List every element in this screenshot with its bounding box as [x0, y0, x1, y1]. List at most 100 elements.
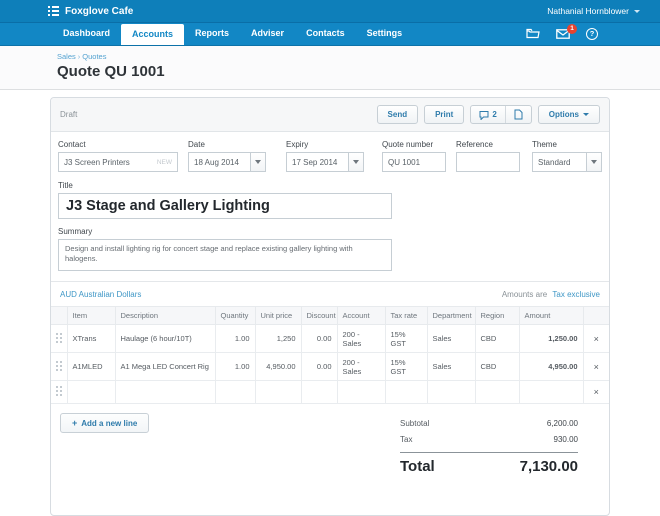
main-nav: Dashboard Accounts Reports Adviser Conta… — [0, 22, 660, 46]
expiry-input[interactable]: 17 Sep 2014 — [286, 152, 364, 172]
date-field-wrap: Date 18 Aug 2014 — [188, 140, 266, 172]
cell-region[interactable] — [475, 381, 519, 404]
files-button[interactable] — [526, 28, 540, 39]
cell-tax-rate[interactable]: 15% GST — [385, 353, 427, 381]
subtotal-row: Subtotal 6,200.00 — [400, 415, 578, 431]
nav-dashboard[interactable]: Dashboard — [52, 22, 121, 45]
subtotal-value: 6,200.00 — [547, 419, 578, 428]
help-button[interactable]: ? — [586, 28, 598, 40]
date-input[interactable]: 18 Aug 2014 — [188, 152, 266, 172]
options-button[interactable]: Options — [538, 105, 600, 124]
chevron-down-icon[interactable] — [586, 153, 601, 171]
cell-tax-rate[interactable] — [385, 381, 427, 404]
delete-row-button[interactable]: × — [583, 325, 609, 353]
delete-row-button[interactable]: × — [583, 381, 609, 404]
col-department: Department — [427, 307, 475, 325]
cell-department[interactable]: Sales — [427, 353, 475, 381]
tax-mode-link[interactable]: Tax exclusive — [552, 290, 600, 299]
cell-discount[interactable]: 0.00 — [301, 353, 337, 381]
cell-quantity[interactable]: 1.00 — [215, 325, 255, 353]
cell-account[interactable]: 200 - Sales — [337, 353, 385, 381]
cell-amount[interactable]: 1,250.00 — [519, 325, 583, 353]
cell-department[interactable] — [427, 381, 475, 404]
reference-input[interactable] — [456, 152, 520, 172]
nav-settings[interactable]: Settings — [356, 22, 414, 45]
table-row-empty: × — [51, 381, 609, 404]
comments-button[interactable]: 2 — [471, 106, 504, 123]
title-input[interactable]: J3 Stage and Gallery Lighting — [58, 193, 392, 219]
col-quantity: Quantity — [215, 307, 255, 325]
cell-unit-price[interactable]: 4,950.00 — [255, 353, 301, 381]
print-button[interactable]: Print — [424, 105, 464, 124]
reference-field-wrap: Reference — [456, 140, 520, 172]
cell-account[interactable] — [337, 381, 385, 404]
cell-department[interactable]: Sales — [427, 325, 475, 353]
cell-region[interactable]: CBD — [475, 353, 519, 381]
drag-dots-icon — [56, 386, 62, 396]
cell-unit-price[interactable] — [255, 381, 301, 404]
drag-dots-icon — [56, 333, 62, 343]
inbox-button[interactable]: 1 — [556, 29, 570, 39]
contact-input[interactable]: J3 Screen Printers NEW — [58, 152, 178, 172]
nav-adviser[interactable]: Adviser — [240, 22, 295, 45]
cell-item[interactable] — [67, 381, 115, 404]
col-tax-rate: Tax rate — [385, 307, 427, 325]
user-menu[interactable]: Nathanial Hornblower — [547, 6, 646, 16]
nav-reports[interactable]: Reports — [184, 22, 240, 45]
expiry-value: 17 Sep 2014 — [287, 153, 348, 171]
breadcrumb-quotes[interactable]: Quotes — [82, 52, 106, 61]
comments-count: 2 — [492, 110, 496, 119]
cell-unit-price[interactable]: 1,250 — [255, 325, 301, 353]
summary-field-wrap: Summary Design and install lighting rig … — [58, 227, 602, 271]
send-button[interactable]: Send — [377, 105, 419, 124]
status-badge: Draft — [60, 110, 77, 119]
cell-description[interactable]: A1 Mega LED Concert Rig — [115, 353, 215, 381]
breadcrumb-sales[interactable]: Sales — [57, 52, 76, 61]
panel-header: Draft Send Print 2 Options — [51, 98, 609, 132]
cell-description[interactable] — [115, 381, 215, 404]
theme-label: Theme — [532, 140, 602, 149]
drag-handle[interactable] — [51, 353, 67, 381]
amounts-are-text: Amounts are Tax exclusive — [502, 290, 600, 299]
top-bar: Foxglove Cafe Nathanial Hornblower — [0, 0, 660, 22]
quote-number-field-wrap: Quote number QU 1001 — [382, 140, 446, 172]
nav-contacts[interactable]: Contacts — [295, 22, 356, 45]
nav-accounts[interactable]: Accounts — [121, 24, 184, 45]
copy-button[interactable] — [505, 106, 531, 123]
user-name: Nathanial Hornblower — [547, 6, 629, 16]
col-delete — [583, 307, 609, 325]
cell-quantity[interactable]: 1.00 — [215, 353, 255, 381]
cell-description[interactable]: Haulage (6 hour/10T) — [115, 325, 215, 353]
cell-item[interactable]: XTrans — [67, 325, 115, 353]
cell-quantity[interactable] — [215, 381, 255, 404]
expiry-label: Expiry — [286, 140, 364, 149]
cell-item[interactable]: A1MLED — [67, 353, 115, 381]
title-band: Sales›Quotes Quote QU 1001 — [0, 46, 660, 90]
title-label: Title — [58, 181, 602, 190]
chevron-down-icon — [583, 113, 589, 116]
date-value: 18 Aug 2014 — [189, 153, 250, 171]
theme-select[interactable]: Standard — [532, 152, 602, 172]
calendar-dropdown-icon[interactable] — [348, 153, 363, 171]
summary-textarea[interactable]: Design and install lighting rig for conc… — [58, 239, 392, 271]
drag-handle[interactable] — [51, 381, 67, 404]
calendar-dropdown-icon[interactable] — [250, 153, 265, 171]
cell-discount[interactable]: 0.00 — [301, 325, 337, 353]
cell-amount[interactable] — [519, 381, 583, 404]
delete-row-button[interactable]: × — [583, 353, 609, 381]
add-line-button[interactable]: + Add a new line — [60, 413, 149, 433]
drag-handle[interactable] — [51, 325, 67, 353]
cell-tax-rate[interactable]: 15% GST — [385, 325, 427, 353]
cell-amount[interactable]: 4,950.00 — [519, 353, 583, 381]
org-menu[interactable]: Foxglove Cafe — [48, 6, 133, 17]
speech-bubble-icon — [479, 110, 489, 120]
add-line-label: Add a new line — [81, 419, 137, 428]
cell-discount[interactable] — [301, 381, 337, 404]
cell-account[interactable]: 200 - Sales — [337, 325, 385, 353]
cell-region[interactable]: CBD — [475, 325, 519, 353]
currency-link[interactable]: AUD Australian Dollars — [60, 290, 141, 299]
quote-number-input[interactable]: QU 1001 — [382, 152, 446, 172]
tax-value: 930.00 — [554, 435, 578, 444]
col-description: Description — [115, 307, 215, 325]
folder-icon — [526, 28, 540, 39]
